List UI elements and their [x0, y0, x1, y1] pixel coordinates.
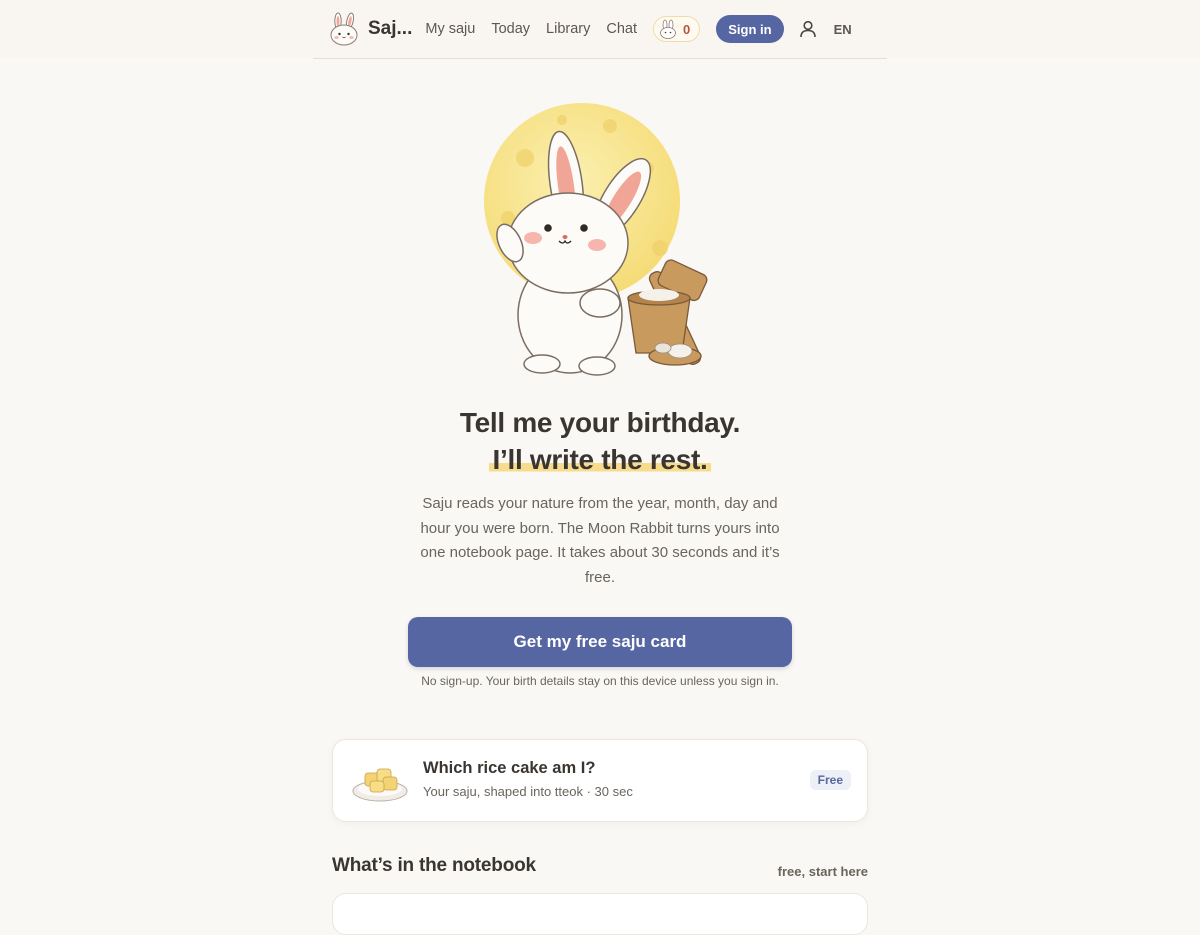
card-subtitle: Your saju, shaped into tteok · 30 sec: [423, 784, 633, 799]
nav-chat[interactable]: Chat: [606, 21, 637, 37]
rabbit-points-icon: [660, 19, 676, 39]
get-free-saju-card-button[interactable]: Get my free saju card: [408, 617, 792, 667]
moon-rabbit-illustration: [484, 103, 708, 376]
headline-line1: Tell me your birthday.: [459, 407, 741, 438]
nav-library[interactable]: Library: [546, 21, 590, 37]
rice-cake-icon: [352, 768, 408, 802]
hero-headline: Tell me your birthday. I’ll write the re…: [300, 404, 900, 478]
top-navigation-bar: Saj... My saju Today Library Chat 0 Sign…: [313, 0, 887, 59]
nav-my-saju[interactable]: My saju: [425, 21, 475, 37]
user-icon[interactable]: [798, 19, 818, 39]
rice-cake-quiz-card[interactable]: Which rice cake am I? Your saju, shaped …: [332, 739, 868, 822]
main-nav: My saju Today Library Chat: [425, 21, 653, 37]
headline-line2: I’ll write the rest.: [488, 444, 712, 475]
brand-name: Saj...: [368, 18, 413, 39]
sign-in-button[interactable]: Sign in: [716, 15, 784, 43]
notebook-section-aside: free, start here: [777, 864, 868, 879]
nav-today[interactable]: Today: [491, 21, 530, 37]
notebook-section-title: What’s in the notebook: [332, 855, 536, 876]
points-count: 0: [683, 21, 691, 37]
points-badge[interactable]: 0: [653, 16, 701, 42]
brand-home-link[interactable]: Saj...: [328, 12, 412, 46]
language-switcher[interactable]: EN: [834, 22, 852, 37]
notebook-card-partial[interactable]: [332, 893, 868, 935]
card-title: Which rice cake am I?: [423, 759, 596, 777]
free-badge: Free: [809, 770, 851, 790]
privacy-note: No sign-up. Your birth details stay on t…: [421, 674, 779, 688]
rabbit-logo-icon: [330, 12, 358, 46]
hero-description: Saju reads your nature from the year, mo…: [420, 495, 780, 586]
